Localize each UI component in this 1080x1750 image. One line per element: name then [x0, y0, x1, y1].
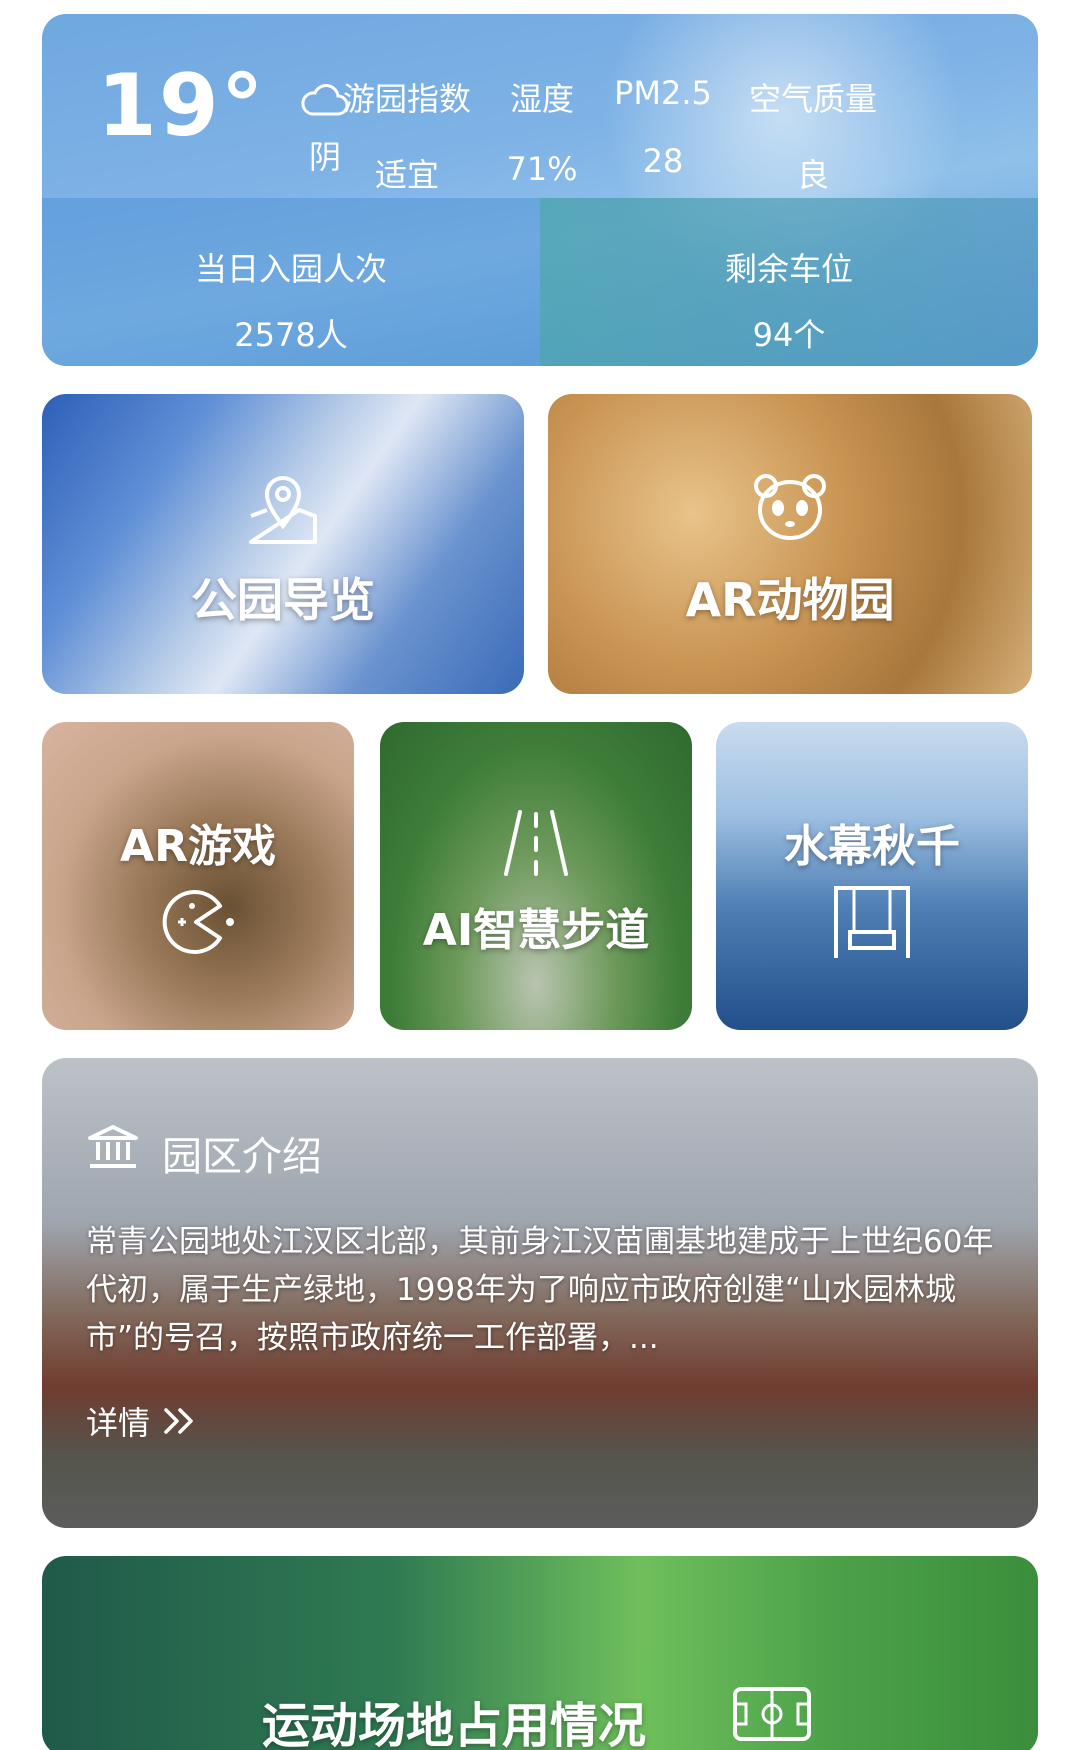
metric-value: 适宜: [374, 156, 439, 194]
park-intro-card: 园区介绍 常青公园地处江汉区北部，其前身江汉苗圃基地建成于上世纪60年代初，属于…: [42, 1058, 1038, 1528]
double-chevron-right-icon: [164, 1408, 193, 1434]
swing-icon: [834, 886, 910, 958]
metric-air-quality: 空气质量 良: [728, 74, 898, 196]
intro-text: 常青公园地处江汉区北部，其前身江汉苗圃基地建成于上世纪60年代初，属于生产绿地，…: [86, 1224, 994, 1356]
stat-label: 剩余车位: [724, 250, 853, 288]
metric-humidity: 湿度 71%: [482, 74, 602, 188]
museum-icon: [88, 1125, 138, 1168]
stat-label: 当日入园人次: [194, 250, 387, 288]
tile-label: AI智慧步道: [422, 905, 650, 956]
map-pin-icon: [249, 476, 317, 544]
metric-park-index: 游园指数 适宜: [332, 74, 482, 196]
stat-value: 2578人: [234, 316, 348, 354]
metric-value: 71%: [506, 150, 578, 188]
tile-label: AR游戏: [120, 821, 276, 872]
details-link[interactable]: 详情: [86, 1398, 196, 1444]
metric-value: 良: [796, 156, 829, 194]
tile-label: 水幕秋千: [784, 821, 960, 872]
panda-icon: [754, 474, 826, 540]
sports-field-card[interactable]: 运动场地占用情况: [42, 1556, 1038, 1750]
water-swing-tile[interactable]: 水幕秋千: [716, 722, 1028, 1030]
metric-label: 游园指数: [342, 80, 471, 118]
tile-label: 公园导览: [191, 573, 375, 627]
ai-trail-tile[interactable]: AI智慧步道: [380, 722, 692, 1030]
park-stats: 当日入园人次 2578人 剩余车位 94个: [42, 198, 1038, 366]
intro-title: 园区介绍: [162, 1134, 322, 1180]
tile-label: AR动物园: [685, 573, 895, 627]
metric-label: PM2.5: [614, 74, 712, 112]
metric-pm25: PM2.5 28: [598, 74, 728, 180]
pacman-icon: [162, 890, 234, 954]
field-icon: [733, 1687, 811, 1741]
metric-label: 湿度: [509, 80, 574, 118]
visitor-count: 当日入园人次 2578人: [42, 198, 540, 366]
metric-label: 空气质量: [748, 80, 877, 118]
metric-value: 28: [642, 142, 684, 180]
sports-label: 运动场地占用情况: [262, 1698, 647, 1750]
park-guide-tile[interactable]: 公园导览: [42, 394, 524, 694]
road-icon: [504, 810, 568, 876]
ar-game-tile[interactable]: AR游戏: [42, 722, 354, 1030]
ar-zoo-tile[interactable]: AR动物园: [548, 394, 1032, 694]
parking-count: 剩余车位 94个: [540, 198, 1038, 366]
stat-value: 94个: [752, 316, 826, 354]
temperature: 19°: [97, 56, 266, 156]
details-label: 详情: [86, 1404, 151, 1442]
weather-card: 19° 阴 游园指数 适宜 湿度 71% PM2.5 28 空气质量 良 当日入…: [42, 14, 1038, 366]
